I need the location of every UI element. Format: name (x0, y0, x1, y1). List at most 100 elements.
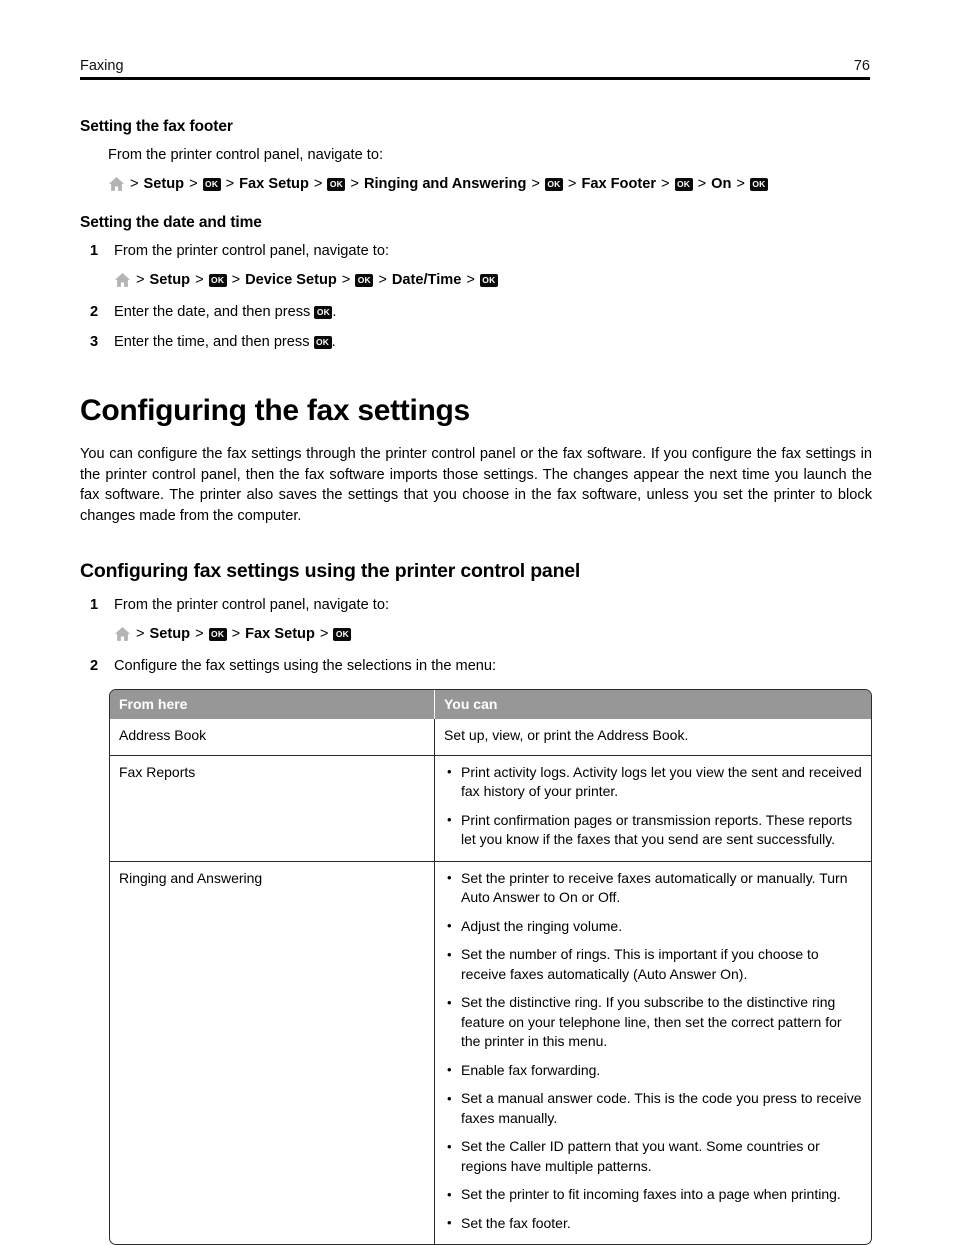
ok-button-icon: OK (674, 177, 693, 191)
steps-configure-fax-settings: 1 From the printer control panel, naviga… (80, 595, 872, 677)
step-text-end: . (331, 334, 336, 350)
cell-you-can: Set up, view, or print the Address Book. (444, 727, 689, 743)
bullet-list: Set the printer to receive faxes automat… (444, 868, 862, 1234)
bullet-item: Adjust the ringing volume. (444, 916, 862, 937)
header-rule (80, 77, 870, 80)
document-page: Faxing 76 Setting the fax footer From th… (0, 0, 954, 1245)
path-segment-fax-setup: Fax Setup (239, 176, 309, 192)
ok-button-icon: OK (314, 306, 333, 319)
path-segment-setup: Setup (149, 626, 191, 642)
navigation-path-date-time: > Setup > OK > Device Setup > OK > Date/… (114, 269, 872, 291)
path-separator: > (531, 176, 540, 192)
cell-from-here: Fax Reports (110, 754, 435, 861)
path-separator: > (736, 176, 745, 192)
page-title: Configuring the fax settings (80, 394, 470, 427)
bullet-item: Set the fax footer. (444, 1213, 862, 1234)
step-text: Enter the date, and then press (114, 304, 311, 320)
path-separator: > (313, 176, 323, 192)
ok-button-icon: OK (313, 336, 332, 349)
table-body: Address Book Set up, view, or print the … (110, 719, 871, 1244)
table-header: From here You can (110, 690, 871, 719)
intro-paragraph: You can configure the fax settings throu… (80, 446, 872, 524)
ok-button-icon: OK (208, 627, 227, 641)
path-segment-fax-footer: Fax Footer (581, 176, 657, 192)
ok-button-icon: OK (355, 273, 374, 287)
step-number: 1 (90, 597, 99, 613)
path-separator: > (189, 176, 198, 192)
ok-button-icon: OK (479, 273, 498, 287)
step-text: Enter the time, and then press (114, 334, 310, 350)
bullet-item: Set a manual answer code. This is the co… (444, 1089, 862, 1128)
step-text: Configure the fax settings using the sel… (114, 658, 497, 674)
path-segment-setup: Setup (149, 272, 191, 288)
step-number: 2 (90, 304, 99, 320)
ok-button-icon: OK (749, 177, 768, 191)
navigation-path-fax-footer: > Setup > OK > Fax Setup > OK > Ringing … (108, 173, 872, 195)
path-segment-setup: Setup (143, 176, 185, 192)
bullet-item: Set the printer to fit incoming faxes in… (444, 1185, 862, 1205)
path-separator: > (341, 272, 351, 288)
home-icon (114, 626, 131, 642)
path-segment-on: On (711, 176, 732, 192)
path-separator: > (136, 626, 145, 642)
path-separator: > (567, 176, 577, 192)
path-segment-date-time: Date/Time (391, 272, 462, 288)
table-row: Address Book Set up, view, or print the … (110, 719, 871, 755)
home-icon (114, 272, 131, 288)
path-separator: > (136, 272, 145, 288)
bullet-item: Set the distinctive ring. If you subscri… (444, 993, 862, 1052)
ok-button-icon: OK (333, 627, 352, 641)
path-separator: > (350, 176, 359, 192)
table-row: Fax Reports Print activity logs. Activit… (110, 754, 871, 861)
bullet-item: Set the number of rings. This is importa… (444, 945, 862, 984)
cell-from-here: Address Book (110, 719, 435, 755)
step-item: 3 Enter the time, and then press OK. (80, 332, 872, 353)
cell-from-here: Ringing and Answering (110, 860, 435, 1244)
heading-configuring-via-control-panel: Configuring fax settings using the print… (80, 560, 581, 582)
path-segment-ringing-and-answering: Ringing and Answering (363, 176, 527, 192)
path-separator: > (697, 176, 707, 192)
home-icon (108, 176, 125, 192)
path-separator: > (378, 272, 387, 288)
bullet-list: Print activity logs. Activity logs let y… (444, 762, 862, 850)
heading-setting-date-and-time: Setting the date and time (80, 214, 262, 231)
fax-footer-lead: From the printer control panel, navigate… (108, 147, 383, 163)
path-separator: > (195, 626, 204, 642)
ok-button-icon: OK (208, 273, 227, 287)
path-separator: > (466, 272, 475, 288)
step-item: 1 From the printer control panel, naviga… (80, 241, 872, 291)
fax-settings-table: From here You can Address Book Set up, v… (109, 689, 872, 1245)
step-item: 1 From the printer control panel, naviga… (80, 595, 872, 645)
page-content: Setting the fax footer From the printer … (80, 118, 872, 1245)
bullet-item: Enable fax forwarding. (444, 1060, 862, 1081)
path-separator: > (130, 176, 139, 192)
step-text: From the printer control panel, navigate… (114, 243, 389, 259)
ok-button-icon: OK (202, 177, 221, 191)
heading-setting-fax-footer: Setting the fax footer (80, 118, 233, 135)
path-separator: > (195, 272, 204, 288)
cell-you-can: Print activity logs. Activity logs let y… (435, 754, 871, 861)
path-separator: > (225, 176, 235, 192)
step-item: 2 Enter the date, and then press OK. (80, 302, 872, 323)
path-segment-device-setup: Device Setup (245, 272, 337, 288)
path-separator: > (661, 176, 670, 192)
navigation-path-fax-setup: > Setup > OK > Fax Setup > OK (114, 623, 872, 645)
table-header-row: From here You can (110, 690, 871, 719)
path-separator: > (319, 626, 329, 642)
path-segment-fax-setup: Fax Setup (245, 626, 315, 642)
bullet-item: Print activity logs. Activity logs let y… (444, 762, 862, 802)
step-item: 2 Configure the fax settings using the s… (80, 656, 872, 677)
ok-button-icon: OK (544, 177, 563, 191)
fax-footer-block: From the printer control panel, navigate… (108, 145, 872, 195)
chapter-title: Faxing (80, 58, 124, 74)
step-number: 1 (90, 243, 99, 259)
steps-date-and-time: 1 From the printer control panel, naviga… (80, 241, 872, 353)
path-separator: > (231, 626, 241, 642)
ok-button-icon: OK (327, 177, 346, 191)
bullet-item: Set the Caller ID pattern that you want.… (444, 1137, 862, 1176)
step-text-end: . (332, 304, 337, 320)
column-header-from-here: From here (110, 690, 435, 719)
cell-you-can: Set the printer to receive faxes automat… (435, 860, 871, 1245)
path-separator: > (231, 272, 241, 288)
running-header: Faxing 76 (80, 58, 870, 80)
